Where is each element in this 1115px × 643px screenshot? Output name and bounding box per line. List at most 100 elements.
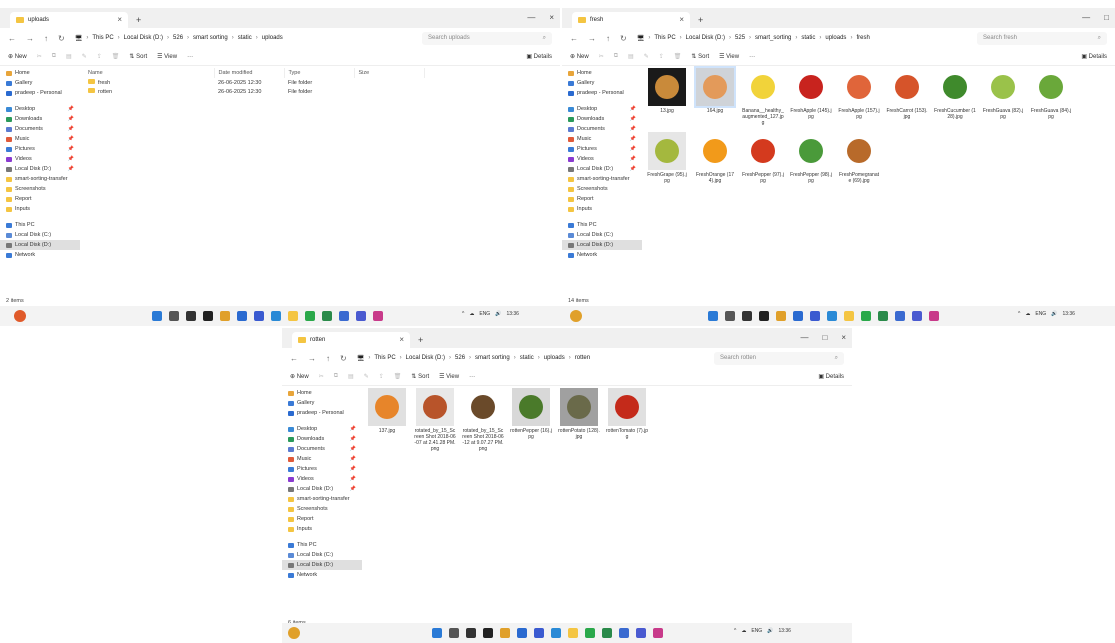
breadcrumb-item[interactable]: Local Disk (D:) [124, 35, 163, 41]
breadcrumb-item[interactable]: This PC [654, 35, 675, 41]
minimize-button[interactable]: — [527, 13, 535, 22]
clock[interactable]: 13:36 [778, 628, 791, 634]
sidebar-item[interactable]: Documents 📌 [282, 444, 362, 454]
close-tab-icon[interactable]: × [679, 15, 684, 24]
sidebar-item[interactable]: smart-sorting-transfer [562, 174, 642, 184]
sidebar-item[interactable]: Local Disk (C:) [562, 230, 642, 240]
vscode-icon[interactable] [271, 311, 281, 321]
share-icon[interactable]: ⇪ [659, 53, 664, 60]
search-input[interactable]: Search rotten ⌕ [714, 351, 844, 365]
close-button[interactable]: × [549, 13, 554, 22]
sort-button[interactable]: ⇅ Sort [691, 53, 709, 60]
rename-icon[interactable]: ✎ [82, 53, 87, 60]
chevron-up-icon[interactable]: ^ [734, 628, 736, 634]
file-thumbnail[interactable]: rottenPepper (16).jpg [510, 388, 552, 452]
sidebar-item[interactable]: Music 📌 [562, 134, 642, 144]
cloud-icon[interactable]: ☁ [1025, 311, 1030, 317]
file-thumbnail[interactable]: 164.jpg [694, 66, 736, 126]
excel-icon[interactable] [322, 311, 332, 321]
chrome-icon[interactable] [500, 628, 510, 638]
breadcrumb-item[interactable]: This PC [374, 355, 395, 361]
back-button[interactable]: ← [8, 34, 16, 43]
file-thumbnail[interactable]: 13.jpg [646, 68, 688, 126]
refresh-button[interactable]: ↻ [58, 34, 65, 43]
sidebar-item[interactable]: smart-sorting-transfer [282, 494, 362, 504]
delete-icon[interactable]: 🗑 [674, 53, 682, 60]
up-button[interactable]: ↑ [326, 354, 330, 363]
breadcrumb-item[interactable]: static [801, 35, 815, 41]
language-indicator[interactable]: ENG [1035, 311, 1046, 317]
rename-icon[interactable]: ✎ [644, 53, 649, 60]
sidebar-item[interactable]: Local Disk (C:) [0, 230, 80, 240]
view-button[interactable]: ☰ View [157, 53, 177, 60]
copy-icon[interactable]: ⧉ [614, 53, 618, 60]
sidebar-item[interactable]: Screenshots [562, 184, 642, 194]
more-button[interactable]: ··· [187, 54, 193, 60]
paste-icon[interactable]: ▤ [628, 53, 634, 60]
close-tab-icon[interactable]: × [399, 335, 404, 344]
sidebar-item[interactable]: Videos 📌 [282, 474, 362, 484]
new-button[interactable]: ⊕ New [8, 53, 27, 60]
close-tab-icon[interactable]: × [117, 15, 122, 24]
sidebar-item[interactable]: Local Disk (D:) 📌 [282, 484, 362, 494]
sidebar-item[interactable]: Network [562, 250, 642, 260]
breadcrumb-item[interactable]: uploads [544, 355, 565, 361]
breadcrumb-item[interactable]: uploads [262, 35, 283, 41]
paste-icon[interactable]: ▤ [348, 373, 354, 380]
mail-icon[interactable] [810, 311, 820, 321]
share-icon[interactable]: ⇪ [97, 53, 102, 60]
breadcrumb-item[interactable]: 525 [735, 35, 745, 41]
store-icon[interactable] [237, 311, 247, 321]
sidebar-item[interactable]: Local Disk (D:) [0, 240, 80, 250]
breadcrumb[interactable]: 🖥 › This PC › Local Disk (D:) › 526 › smart sort… [75, 35, 422, 42]
search-icon[interactable] [169, 311, 179, 321]
photos-icon[interactable] [895, 311, 905, 321]
sidebar-item[interactable]: Screenshots [282, 504, 362, 514]
sort-button[interactable]: ⇅ Sort [129, 53, 147, 60]
copilot-icon[interactable] [929, 311, 939, 321]
sidebar-item[interactable]: Gallery [282, 398, 362, 408]
sidebar-item[interactable]: Videos 📌 [562, 154, 642, 164]
file-thumbnail[interactable]: rottenTomato (7).jpg [606, 388, 648, 452]
sidebar-item[interactable]: Desktop 📌 [562, 104, 642, 114]
store-icon[interactable] [517, 628, 527, 638]
whatsapp-icon[interactable] [585, 628, 595, 638]
teams-icon[interactable] [356, 311, 366, 321]
mail-icon[interactable] [254, 311, 264, 321]
sidebar-item[interactable]: Desktop 📌 [282, 424, 362, 434]
vscode-icon[interactable] [551, 628, 561, 638]
breadcrumb-item[interactable]: This PC [92, 35, 113, 41]
taskview-icon[interactable] [186, 311, 196, 321]
widgets-icon[interactable] [759, 311, 769, 321]
sidebar-item[interactable]: Report [562, 194, 642, 204]
file-thumbnail[interactable]: FreshGuava (84).jpg [1030, 68, 1072, 126]
excel-icon[interactable] [602, 628, 612, 638]
search-icon[interactable] [725, 311, 735, 321]
explorer-icon[interactable] [568, 628, 578, 638]
photos-icon[interactable] [339, 311, 349, 321]
mail-icon[interactable] [534, 628, 544, 638]
excel-icon[interactable] [878, 311, 888, 321]
sidebar-item[interactable]: Downloads 📌 [282, 434, 362, 444]
breadcrumb-item[interactable]: uploads [825, 35, 846, 41]
more-button[interactable]: ··· [749, 54, 755, 60]
clock[interactable]: 13:36 [1062, 311, 1075, 317]
minimize-button[interactable]: — [800, 333, 808, 342]
chrome-app-icon[interactable] [570, 310, 582, 322]
breadcrumb-item[interactable]: Local Disk (D:) [686, 35, 725, 41]
chrome-icon[interactable] [776, 311, 786, 321]
chrome-app-icon[interactable] [288, 627, 300, 639]
store-icon[interactable] [793, 311, 803, 321]
file-thumbnail[interactable]: FreshApple (145).jpg [790, 68, 832, 126]
sidebar-item[interactable]: Pictures 📌 [562, 144, 642, 154]
forward-button[interactable]: → [588, 34, 596, 43]
delete-icon[interactable]: 🗑 [394, 373, 402, 380]
breadcrumb-item[interactable]: 526 [455, 355, 465, 361]
column-header[interactable]: Date modified [214, 68, 285, 78]
minimize-button[interactable]: — [1082, 13, 1090, 22]
start-icon[interactable] [432, 628, 442, 638]
paste-icon[interactable]: ▤ [66, 53, 72, 60]
sidebar-item[interactable]: Report [282, 514, 362, 524]
sidebar-item[interactable]: Local Disk (D:) [282, 560, 362, 570]
view-button[interactable]: ☰ View [719, 53, 739, 60]
